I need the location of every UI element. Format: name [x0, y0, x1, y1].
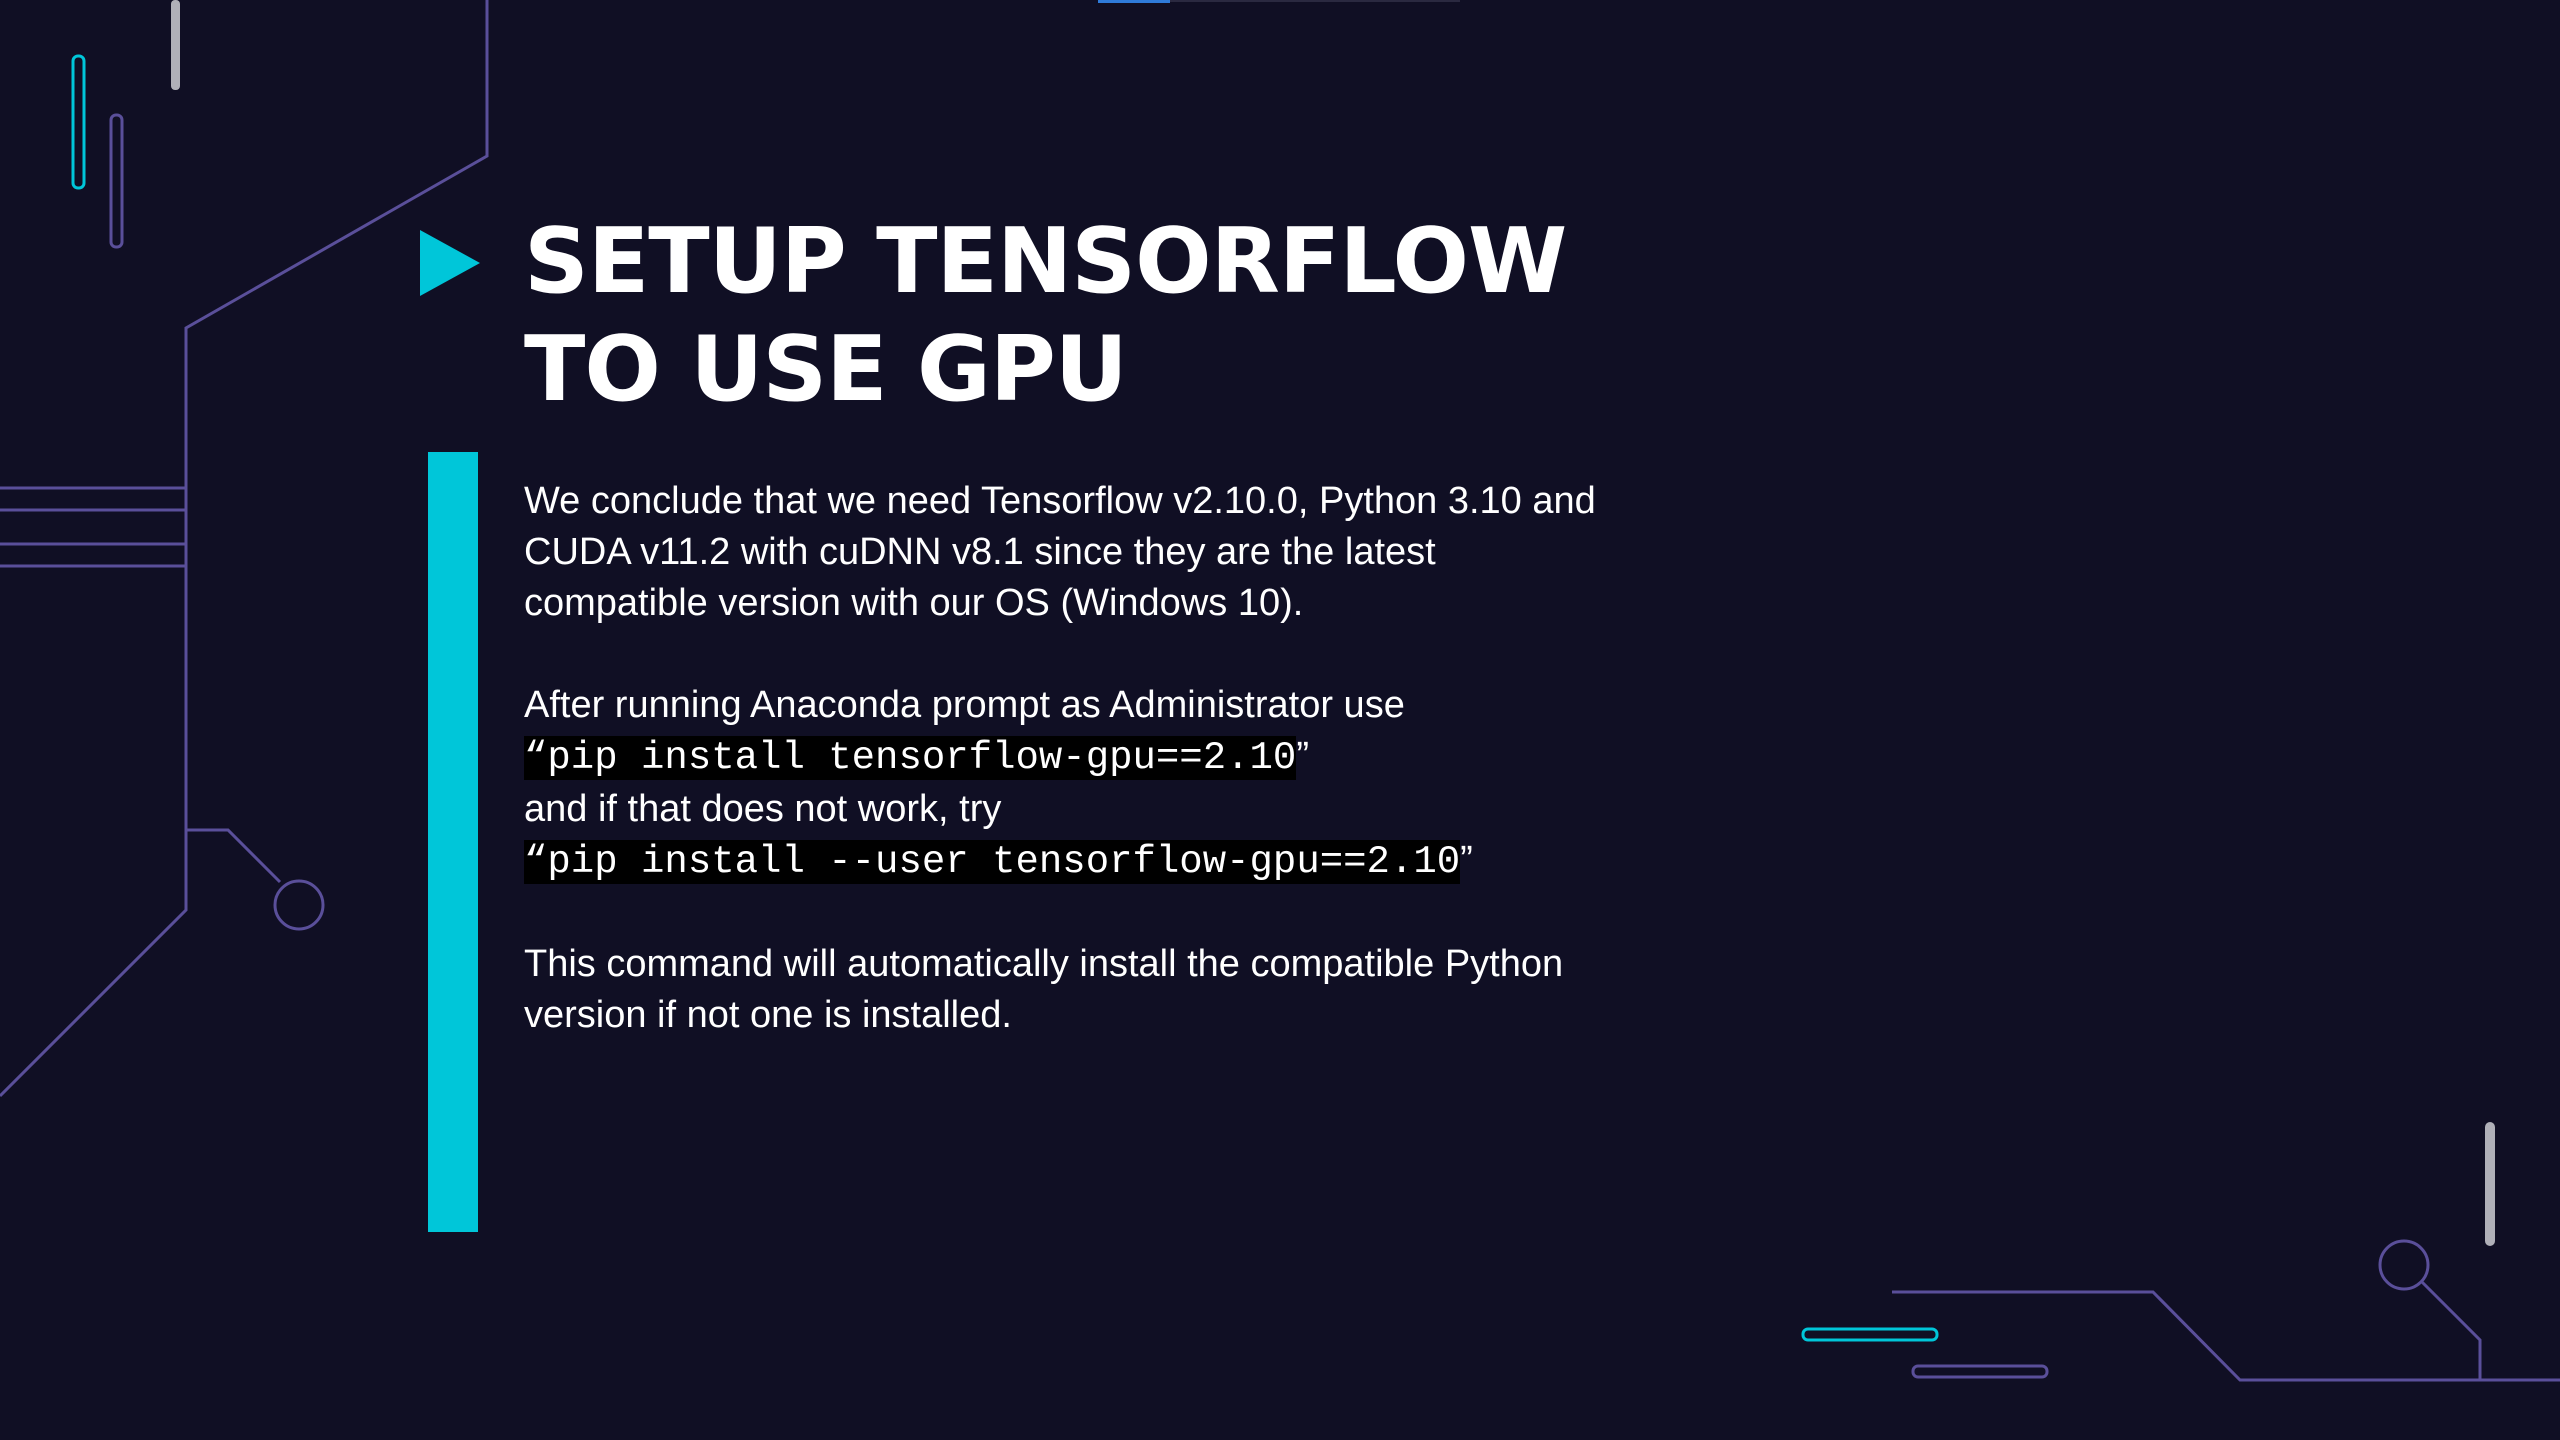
close-quote: ”	[1460, 839, 1473, 881]
open-quote: “	[524, 736, 548, 780]
purple-pill-top-left	[109, 113, 124, 249]
title-line-2: TO USE GPU	[524, 317, 1128, 422]
note-line-2: version if not one is installed.	[524, 994, 1012, 1036]
conclusion-line-1: We conclude that we need Tensorflow v2.1…	[524, 480, 1596, 522]
conclusion-line-3: compatible version with our OS (Windows …	[524, 582, 1304, 624]
cyan-pill-bottom	[1801, 1327, 1939, 1342]
install-fallback: and if that does not work, try	[524, 788, 1002, 830]
circuit-node-left	[273, 879, 325, 931]
accent-bar	[428, 452, 478, 1232]
top-accent-line	[1098, 0, 1170, 3]
cyan-pill-top-left	[71, 54, 86, 190]
play-triangle-icon	[420, 230, 480, 296]
paragraph-note: This command will automatically install …	[524, 939, 1724, 1041]
command-2-text: pip install --user tensorflow-gpu==2.10	[547, 840, 1461, 884]
open-quote: “	[524, 840, 548, 884]
slide-body: We conclude that we need Tensorflow v2.1…	[524, 476, 1724, 1041]
circuit-branch-left	[186, 828, 282, 884]
grey-pill-top-left	[171, 0, 180, 90]
install-intro: After running Anaconda prompt as Adminis…	[524, 684, 1405, 726]
top-dark-line	[1170, 0, 1460, 2]
purple-pill-bottom	[1911, 1364, 2049, 1379]
slide: SETUP TENSORFLOW TO USE GPU We conclude …	[0, 0, 2560, 1440]
grey-pill-bottom-right	[2485, 1122, 2495, 1246]
command-1-text: pip install tensorflow-gpu==2.10	[547, 736, 1297, 780]
close-quote: ”	[1296, 735, 1309, 777]
paragraph-install: After running Anaconda prompt as Adminis…	[524, 680, 1724, 888]
conclusion-line-2: CUDA v11.2 with cuDNN v8.1 since they ar…	[524, 531, 1436, 573]
title-line-1: SETUP TENSORFLOW	[524, 209, 1567, 314]
paragraph-conclusion: We conclude that we need Tensorflow v2.1…	[524, 476, 1724, 629]
slide-title: SETUP TENSORFLOW TO USE GPU	[524, 208, 1567, 424]
note-line-1: This command will automatically install …	[524, 943, 1564, 985]
install-command-2: “pip install --user tensorflow-gpu==2.10	[524, 840, 1461, 884]
install-command-1: “pip install tensorflow-gpu==2.10	[524, 736, 1297, 780]
circuit-trace-right	[2420, 1280, 2482, 1380]
circuit-node-right	[2378, 1239, 2430, 1291]
